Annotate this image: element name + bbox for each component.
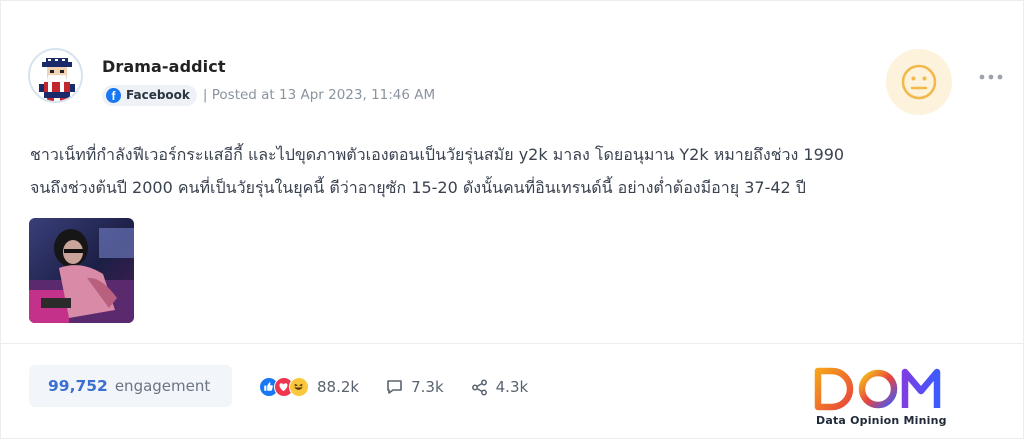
post-image-thumbnail[interactable] xyxy=(29,218,134,323)
divider xyxy=(1,343,1024,344)
comments-count: 7.3k xyxy=(411,378,444,396)
post-photo xyxy=(29,218,134,323)
engagement-value: 99,752 xyxy=(48,377,108,395)
post-body: ชาวเน็ทที่กำลังฟีเวอร์กระแสอีกี้ และไปขุ… xyxy=(30,138,990,204)
comment-icon xyxy=(387,380,402,394)
reaction-icons xyxy=(259,377,309,397)
shares-count: 4.3k xyxy=(495,378,529,396)
engagement-label: engagement xyxy=(114,377,211,395)
dom-tagline: Data Opinion Mining xyxy=(816,414,947,427)
pixel-character-icon xyxy=(39,58,75,101)
dom-logo-mark xyxy=(814,367,941,411)
source-badge: f Facebook xyxy=(102,84,197,106)
comments-stat[interactable]: 7.3k xyxy=(386,378,444,396)
facebook-icon: f xyxy=(106,87,121,103)
engagement-badge: 99,752 engagement xyxy=(29,365,232,407)
share-icon xyxy=(471,379,487,395)
posted-timestamp: | Posted at 13 Apr 2023, 11:46 AM xyxy=(202,87,436,103)
post-body-line: จนถึงช่วงต้นปี 2000 คนที่เป็นวัยรุ่นในยุ… xyxy=(30,178,806,197)
post-card: Drama-addict f Facebook | Posted at 13 A… xyxy=(0,0,1024,439)
post-meta: f Facebook | Posted at 13 Apr 2023, 11:4… xyxy=(102,84,435,106)
post-body-line: ชาวเน็ทที่กำลังฟีเวอร์กระแสอีกี้ และไปขุ… xyxy=(30,145,845,164)
more-dots-icon xyxy=(979,74,1003,80)
author-name[interactable]: Drama-addict xyxy=(102,57,226,76)
reactions-count: 88.2k xyxy=(317,378,360,396)
avatar[interactable] xyxy=(28,48,83,103)
neutral-face-icon xyxy=(901,64,937,100)
sentiment-indicator[interactable] xyxy=(886,49,952,115)
stats-bar: 88.2k 7.3k 4.3k xyxy=(259,375,528,399)
haha-icon xyxy=(289,377,309,397)
shares-stat[interactable]: 4.3k xyxy=(471,378,529,396)
more-options-button[interactable] xyxy=(978,67,1004,87)
source-label: Facebook xyxy=(126,88,190,102)
